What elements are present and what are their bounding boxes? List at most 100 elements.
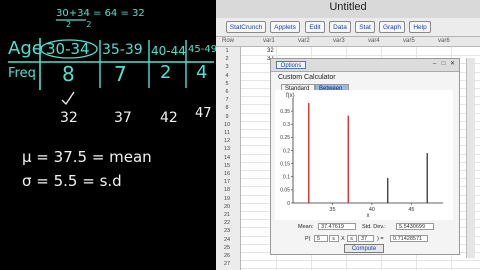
calculator-title: Custom Calculator — [278, 74, 336, 81]
row-number-2: 2 — [225, 56, 229, 63]
midpoint-3: 42 — [160, 110, 178, 126]
y-tick-label: 0.25 — [280, 135, 290, 141]
window-title: Untitled — [216, 0, 480, 18]
stat-menu-button[interactable]: Stat — [355, 21, 375, 33]
midpoint-1: 32 — [60, 110, 78, 126]
row-number-17: 17 — [223, 179, 231, 186]
y-axis-label: f(x) — [286, 93, 295, 99]
column-header-var6[interactable]: var6 — [438, 38, 450, 44]
column-header-row-label: Row — [222, 38, 235, 44]
x-tick-label: 45 — [408, 207, 414, 213]
help-menu-button[interactable]: Help — [409, 21, 431, 33]
y-tick-label: 0.05 — [280, 188, 290, 194]
interval-2: 35-39 — [102, 42, 143, 58]
freq-label: Freq — [8, 66, 36, 81]
row-number-5: 5 — [225, 80, 229, 87]
row-number-12: 12 — [223, 138, 231, 145]
row-number-7: 7 — [225, 97, 229, 104]
y-tick-label: 0.1 — [283, 175, 290, 181]
x-axis-label: x — [367, 213, 370, 219]
row-number-15: 15 — [223, 162, 231, 169]
cell-var1-row1[interactable]: 32 — [267, 48, 274, 54]
lower-bound-field[interactable]: 5 — [314, 235, 328, 242]
midpoint-4: 47 — [195, 106, 212, 121]
row-number-8: 8 — [225, 105, 229, 112]
row-number-4: 4 — [225, 72, 229, 79]
row-number-1: 1 — [225, 48, 229, 54]
row-number-13: 13 — [223, 146, 231, 153]
x-tick-label: 40 — [369, 207, 375, 213]
compute-button[interactable]: Compute — [344, 244, 384, 253]
mean-label: Mean: — [298, 224, 314, 230]
interval-4: 45-49 — [188, 44, 218, 55]
minimize-icon[interactable]: – — [431, 61, 438, 68]
edit-menu-button[interactable]: Edit — [305, 21, 325, 33]
column-header-var1[interactable]: var1 — [263, 38, 275, 44]
sd-label: Std. Dev.: — [362, 224, 386, 230]
close-icon[interactable]: ✕ — [449, 61, 456, 68]
toolbar: StatCrunch Applets Edit Data Stat Graph … — [216, 18, 480, 37]
upper-bound-field[interactable]: 37 — [358, 235, 374, 242]
y-tick-label: 0 — [287, 201, 290, 207]
row-number-25: 25 — [223, 244, 231, 251]
row-number-26: 26 — [223, 253, 231, 259]
column-header-var5[interactable]: var5 — [403, 38, 415, 44]
midpoint-denominator: 2 2 — [66, 20, 92, 29]
vertical-scrollbar[interactable] — [466, 58, 475, 258]
row-number-3: 3 — [225, 64, 229, 71]
data-menu-button[interactable]: Data — [329, 21, 351, 33]
prob-suffix: ) = — [377, 236, 384, 242]
x-tick-label: 35 — [329, 207, 335, 213]
dialog-titlebar: Options – □ ✕ — [271, 59, 459, 72]
row-number-9: 9 — [225, 113, 229, 120]
freq-2: 7 — [114, 62, 127, 86]
prob-prefix: P( — [305, 236, 311, 242]
row-number-11: 11 — [224, 130, 230, 136]
row-number-23: 23 — [223, 228, 231, 235]
statcrunch-menu-button[interactable]: StatCrunch — [226, 21, 266, 33]
probability-result-field: 0.71428571 — [390, 235, 428, 242]
freq-1: 8 — [62, 62, 75, 86]
row-number-20: 20 — [223, 203, 231, 210]
y-tick-label: 0.35 — [280, 109, 290, 115]
column-header-var2[interactable]: var2 — [298, 38, 310, 44]
row-number-21: 21 — [223, 212, 231, 218]
midpoint-computation: 30+34 = 64 = 32 — [56, 8, 145, 19]
mean-field[interactable]: 37.47619 — [318, 223, 356, 230]
column-header-var3[interactable]: var3 — [333, 38, 345, 44]
variable-x-label: X — [341, 236, 345, 242]
row-number-18: 18 — [223, 187, 231, 194]
row-number-19: 19 — [223, 195, 231, 202]
interval-3: 40-44 — [151, 44, 186, 58]
mean-equation: μ = 37.5 = mean — [22, 148, 152, 166]
whiteboard: 30+34 = 64 = 32 2 2 Age Freq 30-34 35-39… — [0, 0, 218, 270]
age-label: Age — [8, 38, 43, 59]
y-tick-label: 0.15 — [280, 161, 290, 167]
row-number-10: 10 — [223, 121, 231, 128]
interval-1: 30-34 — [46, 40, 90, 58]
row-number-column: 1 2 3 4 5 6 7 8 9 10 11 12 13 14 15 16 17 18 19 20 21 22 23 24 2… — [216, 47, 241, 270]
sd-equation: σ = 5.5 = s.d — [22, 172, 122, 190]
probability-plot: 0 0.05 0.1 0.15 0.2 0.25 0.3 0.35 35 40 45 f(x) x — [275, 90, 453, 220]
row-number-6: 6 — [225, 89, 229, 95]
graph-menu-button[interactable]: Graph — [379, 21, 405, 33]
options-button[interactable]: Options — [276, 61, 306, 69]
midpoint-2: 37 — [114, 110, 132, 126]
sd-field[interactable]: 5.5430699 — [396, 223, 434, 230]
column-header-row: Row var1 var2 var3 var4 var5 var6 — [216, 37, 480, 47]
operator1-select[interactable]: ≤ — [329, 235, 339, 242]
row-number-16: 16 — [223, 171, 231, 177]
operator2-select[interactable]: ≤ — [347, 235, 357, 242]
row-number-24: 24 — [223, 236, 231, 243]
freq-4: 4 — [196, 62, 208, 83]
column-header-var4[interactable]: var4 — [368, 38, 380, 44]
y-tick-label: 0.3 — [283, 122, 290, 128]
row-number-27: 27 — [223, 261, 231, 268]
plot-background — [275, 90, 453, 220]
maximize-icon[interactable]: □ — [440, 61, 447, 68]
applets-menu-button[interactable]: Applets — [270, 21, 300, 33]
freq-3: 2 — [160, 62, 172, 83]
row-number-22: 22 — [223, 220, 231, 227]
y-tick-label: 0.2 — [283, 148, 290, 154]
row-number-14: 14 — [223, 154, 231, 161]
